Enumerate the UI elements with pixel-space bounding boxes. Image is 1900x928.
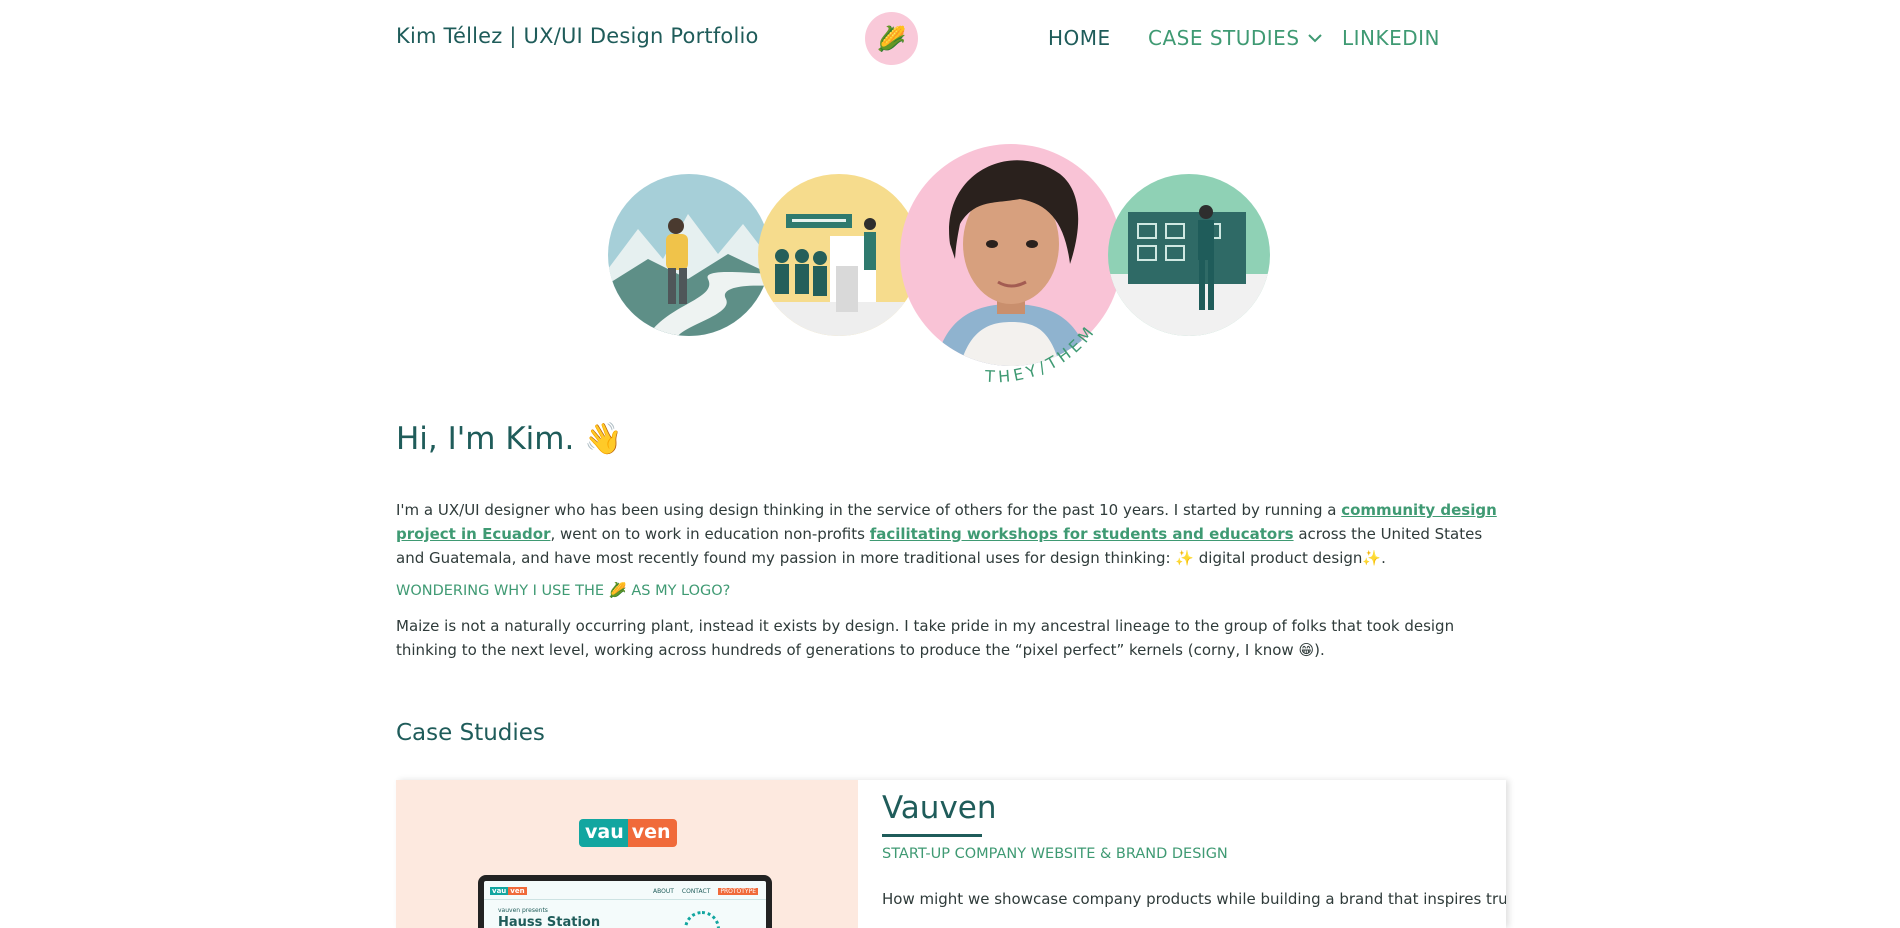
case-study-subtitle: START-UP COMPANY WEBSITE & BRAND DESIGN xyxy=(882,846,1228,862)
pronouns-arc-label: THEY/THEM xyxy=(984,321,1100,387)
greeting-heading: Hi, I'm Kim. 👋 xyxy=(396,421,623,457)
nav-home-link[interactable]: HOME xyxy=(1048,26,1111,50)
case-studies-heading: Case Studies xyxy=(396,720,545,746)
chevron-down-icon xyxy=(1307,34,1322,43)
vauven-thumbnail[interactable]: vau ven vau ven ABOUT CONTACT PROTOTYPE va… xyxy=(396,780,858,928)
maize-paragraph: Maize is not a naturally occurring plant… xyxy=(396,617,1455,659)
intro-paragraph: I'm a UX/UI designer who has been using … xyxy=(396,501,1497,567)
hiker-illustration xyxy=(608,174,770,336)
hero-illustrations: THEY/THEM xyxy=(600,140,1270,400)
title-underline xyxy=(882,834,982,837)
corn-logo-icon[interactable]: 🌽 xyxy=(865,12,918,65)
nav-case-studies-label: CASE STUDIES xyxy=(1148,26,1300,50)
logo-question-heading: WONDERING WHY I USE THE 🌽 AS MY LOGO? xyxy=(396,583,731,599)
laptop-mockup: vau ven ABOUT CONTACT PROTOTYPE vauven pr… xyxy=(478,875,772,928)
vauven-brand-logo: vau ven xyxy=(579,819,677,847)
workshops-link[interactable]: facilitating workshops for students and … xyxy=(870,525,1294,543)
nav-case-studies-dropdown[interactable]: CASE STUDIES xyxy=(1148,26,1322,50)
conference-illustration xyxy=(758,174,920,336)
site-title[interactable]: Kim Téllez | UX/UI Design Portfolio xyxy=(396,24,759,48)
case-study-question: How might we showcase company products w… xyxy=(882,890,1506,908)
svg-text:THEY/THEM: THEY/THEM xyxy=(984,321,1100,387)
nav-linkedin-link[interactable]: LINKEDIN xyxy=(1342,26,1440,50)
case-study-title[interactable]: Vauven xyxy=(882,790,997,826)
case-study-card-vauven[interactable]: vau ven vau ven ABOUT CONTACT PROTOTYPE va… xyxy=(396,780,1506,928)
